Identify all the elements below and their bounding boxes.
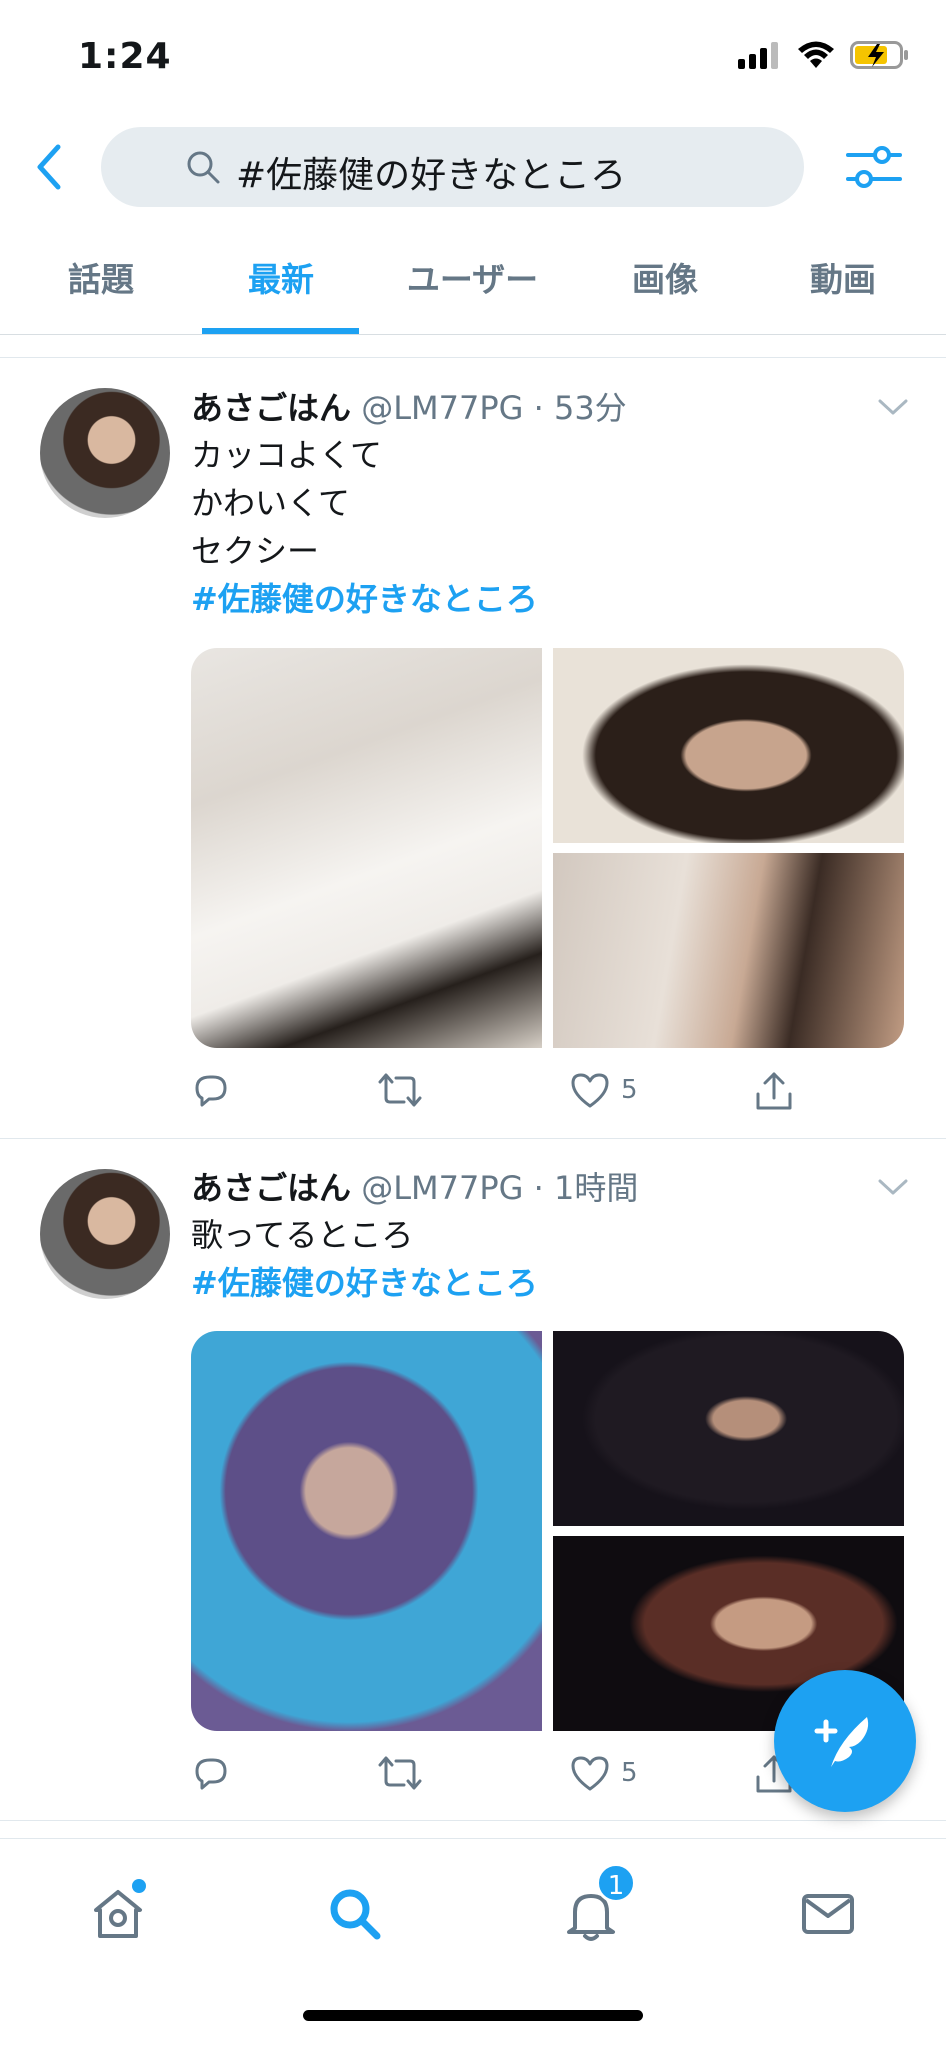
messages-icon — [802, 1894, 854, 1934]
search-header: #佐藤健の好きなところ — [0, 115, 946, 220]
handle-time: @LM77PG · 53分 — [361, 389, 627, 427]
display-name[interactable]: あさごはん — [191, 1169, 351, 1207]
tweet-photo[interactable] — [553, 853, 904, 1048]
chevron-down-icon[interactable] — [876, 396, 910, 418]
search-icon — [330, 1889, 381, 1940]
search-input[interactable]: #佐藤健の好きなところ — [101, 127, 804, 207]
compose-feather-icon — [814, 1717, 869, 1767]
chevron-left-icon — [37, 144, 61, 190]
search-icon — [187, 151, 220, 184]
tweet-line: かわいくて — [191, 484, 351, 522]
home-indicator — [303, 2010, 643, 2021]
reply-icon — [195, 1758, 227, 1790]
nav-search[interactable] — [320, 1879, 390, 1949]
retweet-button[interactable] — [376, 1070, 424, 1110]
media-grid — [191, 648, 904, 1048]
nav-messages[interactable] — [793, 1879, 863, 1949]
chevron-down-icon[interactable] — [876, 1176, 910, 1198]
avatar[interactable] — [40, 1169, 170, 1299]
tab-latest[interactable]: 最新 — [240, 253, 322, 301]
cellular-signal-icon — [738, 42, 778, 69]
reply-icon — [195, 1075, 227, 1107]
notification-badge: 1 — [596, 1863, 636, 1903]
tweet[interactable]: あさごはん @LM77PG · 53分 カッコよくて かわいくて セクシー #佐… — [0, 358, 946, 1138]
nav-home[interactable] — [83, 1879, 153, 1949]
tweet-text: 歌ってるところ #佐藤健の好きなところ — [191, 1211, 538, 1307]
tweet-photo[interactable] — [553, 648, 904, 843]
tweet-line: カッコよくて — [191, 436, 383, 474]
home-icon — [94, 1890, 142, 1938]
media-grid — [191, 1331, 904, 1731]
display-name[interactable]: あさごはん — [191, 389, 351, 427]
share-button[interactable] — [754, 1070, 794, 1112]
reply-button[interactable] — [191, 1753, 231, 1793]
new-tweets-dot — [132, 1879, 146, 1893]
tab-users[interactable]: ユーザー — [400, 253, 545, 301]
search-tabs: 話題 最新 ユーザー 画像 動画 — [0, 235, 946, 335]
tab-photos[interactable]: 画像 — [624, 253, 706, 301]
battery-charging-icon — [850, 41, 908, 69]
divider — [0, 1820, 946, 1821]
tweet-actions: 5 — [191, 1070, 904, 1120]
avatar[interactable] — [40, 388, 170, 518]
retweet-icon — [378, 1756, 422, 1790]
like-button[interactable]: 5 — [569, 1753, 638, 1793]
wifi-icon — [798, 41, 834, 68]
hashtag-link[interactable]: #佐藤健の好きなところ — [191, 575, 538, 623]
tweet-photo[interactable] — [553, 1331, 904, 1526]
back-button[interactable] — [28, 137, 72, 197]
handle-time: @LM77PG · 1時間 — [361, 1169, 639, 1207]
like-count: 5 — [621, 1758, 638, 1788]
search-query: #佐藤健の好きなところ — [236, 155, 627, 196]
compose-tweet-button[interactable] — [774, 1670, 916, 1812]
tweet-photo[interactable] — [191, 648, 542, 1048]
status-time: 1:24 — [78, 36, 172, 77]
hashtag-link[interactable]: #佐藤健の好きなところ — [191, 1259, 538, 1307]
tab-videos[interactable]: 動画 — [802, 253, 884, 301]
heart-icon — [571, 1073, 609, 1108]
status-icons — [738, 40, 910, 70]
reply-button[interactable] — [191, 1070, 231, 1110]
search-filter-button[interactable] — [844, 137, 904, 197]
tab-top[interactable]: 話題 — [60, 253, 142, 301]
like-button[interactable]: 5 — [569, 1070, 638, 1110]
retweet-icon — [378, 1073, 422, 1107]
tweet-header: あさごはん @LM77PG · 53分 — [191, 383, 627, 429]
status-bar: 1:24 — [0, 0, 946, 115]
tweet-line: 歌ってるところ — [191, 1216, 414, 1254]
tweet-header: あさごはん @LM77PG · 1時間 — [191, 1163, 638, 1209]
like-count: 5 — [621, 1075, 638, 1105]
tweet-line: セクシー — [191, 532, 320, 570]
sliders-icon — [846, 146, 902, 188]
retweet-button[interactable] — [376, 1753, 424, 1793]
tweet-text: カッコよくて かわいくて セクシー #佐藤健の好きなところ — [191, 431, 538, 623]
heart-icon — [571, 1756, 609, 1791]
nav-notifications[interactable]: 1 — [556, 1863, 636, 1949]
active-tab-indicator — [202, 328, 359, 334]
share-icon — [756, 1072, 792, 1110]
tweet-photo[interactable] — [191, 1331, 542, 1731]
